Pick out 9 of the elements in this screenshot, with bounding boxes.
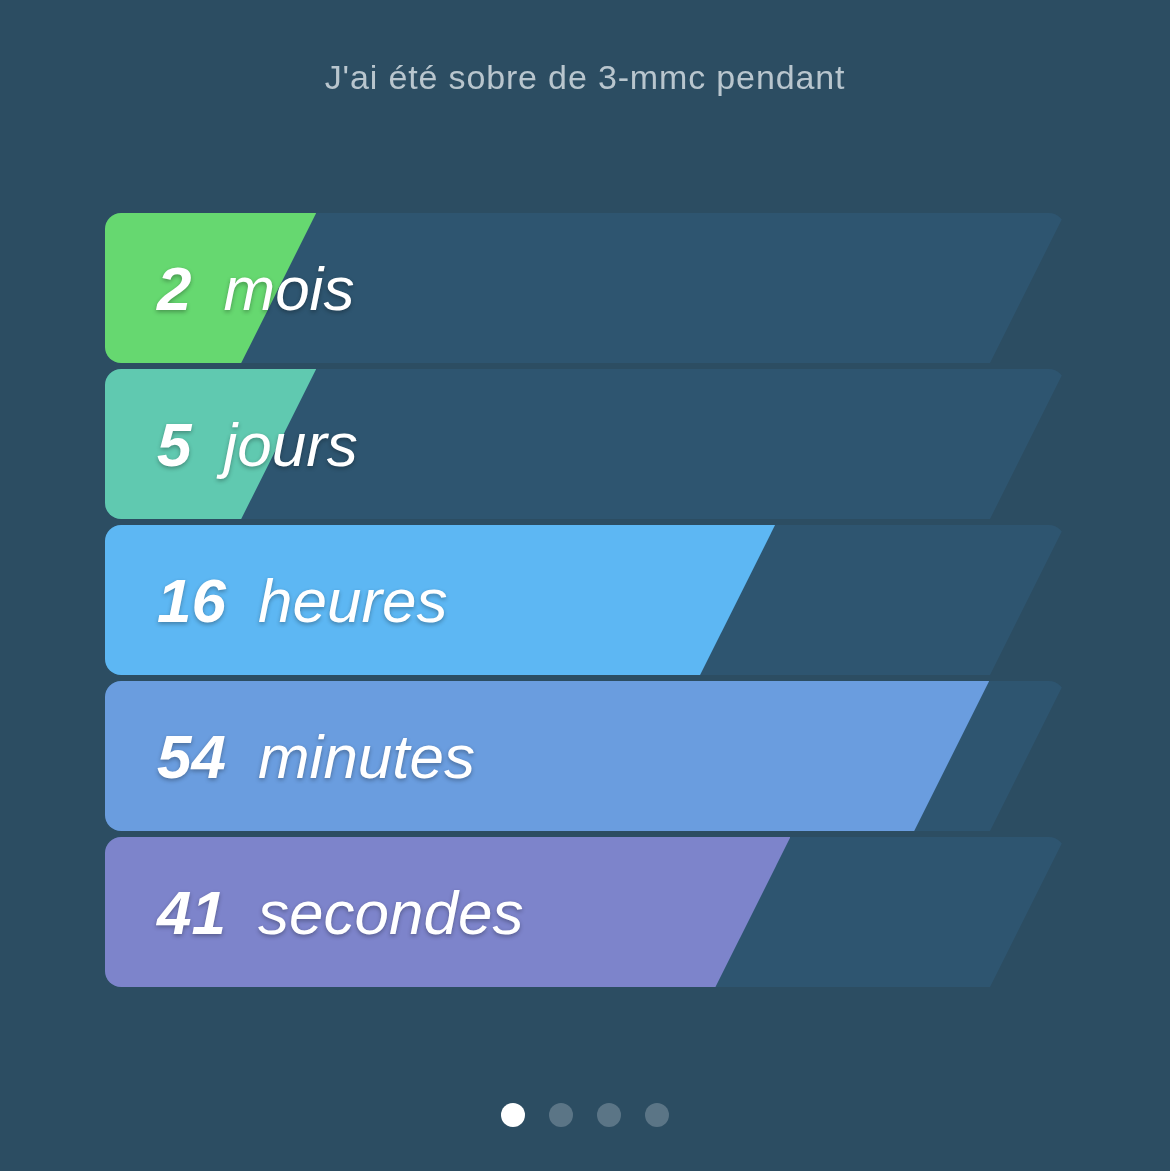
time-unit: heures (256, 564, 449, 637)
time-value: 41 (155, 876, 227, 949)
time-unit: secondes (256, 876, 525, 949)
time-unit: minutes (256, 720, 477, 793)
time-value: 2 (155, 252, 193, 325)
header-title: J'ai été sobre de 3-mmc pendant (324, 57, 846, 98)
time-value: 5 (156, 408, 193, 481)
time-value: 54 (156, 720, 227, 793)
time-value: 16 (156, 564, 227, 637)
